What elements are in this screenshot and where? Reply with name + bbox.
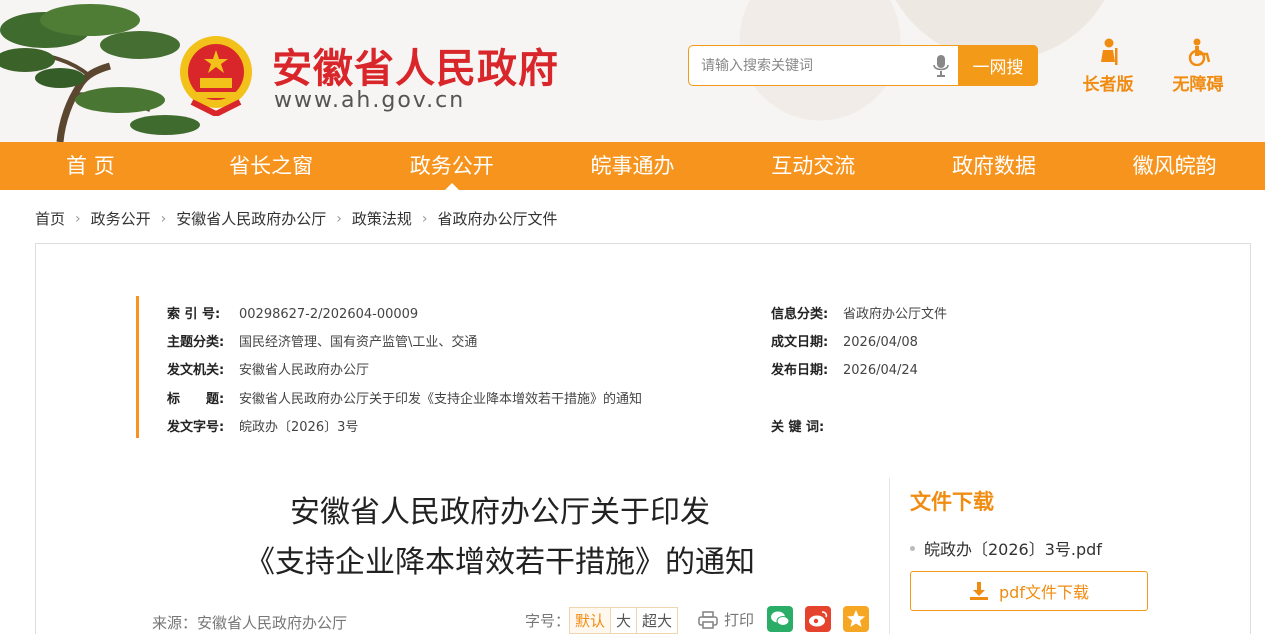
elder-mode-link[interactable]: 长者版 [1078, 38, 1138, 95]
breadcrumb-home[interactable]: 首页 [35, 208, 65, 229]
meta-publish-date: 发布日期: 2026/04/24 [771, 359, 918, 378]
nav-item-services[interactable]: 皖事通办 [542, 142, 723, 190]
meta-value: 国民经济管理、国有资产监管\工业、交通 [239, 335, 478, 350]
weibo-icon[interactable] [805, 606, 831, 632]
site-title: 安徽省人民政府 [272, 46, 559, 92]
nav-item-culture[interactable]: 徽风皖韵 [1084, 142, 1265, 190]
search-button[interactable]: 一网搜 [958, 45, 1038, 86]
breadcrumb-policy[interactable]: 政策法规 [352, 208, 412, 229]
chevron-right-icon: › [336, 210, 342, 227]
meta-category: 信息分类: 省政府办公厅文件 [771, 303, 947, 322]
meta-keywords: 关 键 词: [771, 416, 843, 435]
download-section-title: 文件下载 [910, 490, 994, 514]
sidebar-divider [889, 478, 890, 634]
meta-label: 关 键 词: [771, 420, 825, 435]
meta-index-no: 索 引 号: 00298627-2/202604-00009 [167, 303, 418, 322]
meta-issuer: 发文机关: 安徽省人民政府办公厅 [167, 359, 369, 378]
elder-mode-label: 长者版 [1082, 75, 1134, 95]
nav-item-gov-data[interactable]: 政府数据 [904, 142, 1085, 190]
breadcrumb-gov-affairs[interactable]: 政务公开 [91, 208, 151, 229]
search-input[interactable] [689, 46, 957, 85]
site-header: 安徽省人民政府 www.ah.gov.cn [0, 0, 1265, 142]
pine-tree-icon [0, 4, 200, 142]
document-metadata: 索 引 号: 00298627-2/202604-00009 主题分类: 国民经济管… [136, 296, 986, 438]
microphone-icon[interactable] [933, 55, 949, 77]
meta-value: 省政府办公厅文件 [843, 307, 948, 322]
print-button[interactable]: 打印 [698, 609, 754, 630]
meta-label: 标 题: [167, 392, 225, 407]
elder-icon [1101, 38, 1118, 65]
pdf-download-button[interactable]: pdf文件下载 [910, 571, 1148, 611]
chevron-right-icon: › [421, 210, 428, 227]
chevron-right-icon: › [75, 210, 81, 227]
meta-value: 2026/04/08 [843, 335, 918, 350]
font-size-large-button[interactable]: 大 [610, 607, 638, 634]
wechat-icon[interactable] [767, 606, 793, 632]
wheelchair-icon [1188, 38, 1211, 66]
main-nav: 首 页 省长之窗 政务公开 皖事通办 互动交流 政府数据 徽风皖韵 [0, 142, 1265, 190]
document-source: 来源：安徽省人民政府办公厅 [152, 614, 348, 632]
meta-doc-no: 发文字号: 皖政办〔2026〕3号 [167, 416, 358, 435]
chevron-right-icon: › [160, 210, 167, 227]
breadcrumb-office[interactable]: 安徽省人民政府办公厅 [176, 208, 326, 229]
font-size-control: 字号： 默认 大 超大 [525, 607, 679, 634]
pdf-download-label: pdf文件下载 [999, 583, 1089, 602]
document-title-line1: 安徽省人民政府办公厅关于印发 [290, 495, 710, 530]
meta-label: 发文字号: [167, 420, 225, 435]
meta-label: 索 引 号: [167, 307, 221, 322]
meta-topic: 主题分类: 国民经济管理、国有资产监管\工业、交通 [167, 331, 477, 350]
accessibility-label: 无障碍 [1172, 75, 1224, 95]
font-size-default-button[interactable]: 默认 [569, 607, 612, 634]
meta-written-date: 成文日期: 2026/04/08 [771, 331, 918, 350]
nav-item-home[interactable]: 首 页 [0, 142, 181, 190]
bullet-icon [910, 545, 915, 551]
document-title-line2: 《支持企业降本增效若干措施》的通知 [245, 545, 755, 580]
print-label: 打印 [724, 611, 755, 629]
meta-value: 2026/04/24 [843, 363, 918, 378]
print-icon [698, 610, 718, 629]
meta-value: 安徽省人民政府办公厅关于印发《支持企业降本增效若干措施》的通知 [239, 392, 643, 407]
download-file-link[interactable]: 皖政办〔2026〕3号.pdf [910, 536, 1102, 560]
document-title: 安徽省人民政府办公厅关于印发 《支持企业降本增效若干措施》的通知 [200, 488, 800, 588]
nav-item-gov-affairs[interactable]: 政务公开 [361, 142, 542, 190]
national-emblem-icon [180, 36, 252, 116]
meta-label: 主题分类: [167, 335, 225, 350]
nav-item-interaction[interactable]: 互动交流 [723, 142, 904, 190]
accessibility-link[interactable]: 无障碍 [1168, 38, 1228, 95]
site-url: www.ah.gov.cn [274, 88, 466, 113]
meta-label: 成文日期: [771, 335, 829, 350]
meta-label: 发文机关: [167, 363, 225, 378]
font-size-label: 字号： [525, 612, 571, 630]
download-icon [970, 582, 989, 600]
font-size-xlarge-button[interactable]: 超大 [636, 607, 679, 634]
meta-value: 安徽省人民政府办公厅 [239, 363, 370, 378]
meta-label: 发布日期: [771, 363, 829, 378]
download-file-name: 皖政办〔2026〕3号.pdf [924, 540, 1102, 559]
nav-item-governor[interactable]: 省长之窗 [181, 142, 362, 190]
favorite-icon[interactable] [843, 606, 869, 632]
meta-value: 00298627-2/202604-00009 [239, 307, 419, 322]
meta-title: 标 题: 安徽省人民政府办公厅关于印发《支持企业降本增效若干措施》的通知 [167, 388, 642, 407]
meta-value: 皖政办〔2026〕3号 [239, 420, 359, 435]
breadcrumb-office-docs[interactable]: 省政府办公厅文件 [438, 208, 558, 229]
breadcrumb: 首页 › 政务公开 › 安徽省人民政府办公厅 › 政策法规 › 省政府办公厅文件 [35, 208, 558, 229]
meta-label: 信息分类: [771, 307, 829, 322]
